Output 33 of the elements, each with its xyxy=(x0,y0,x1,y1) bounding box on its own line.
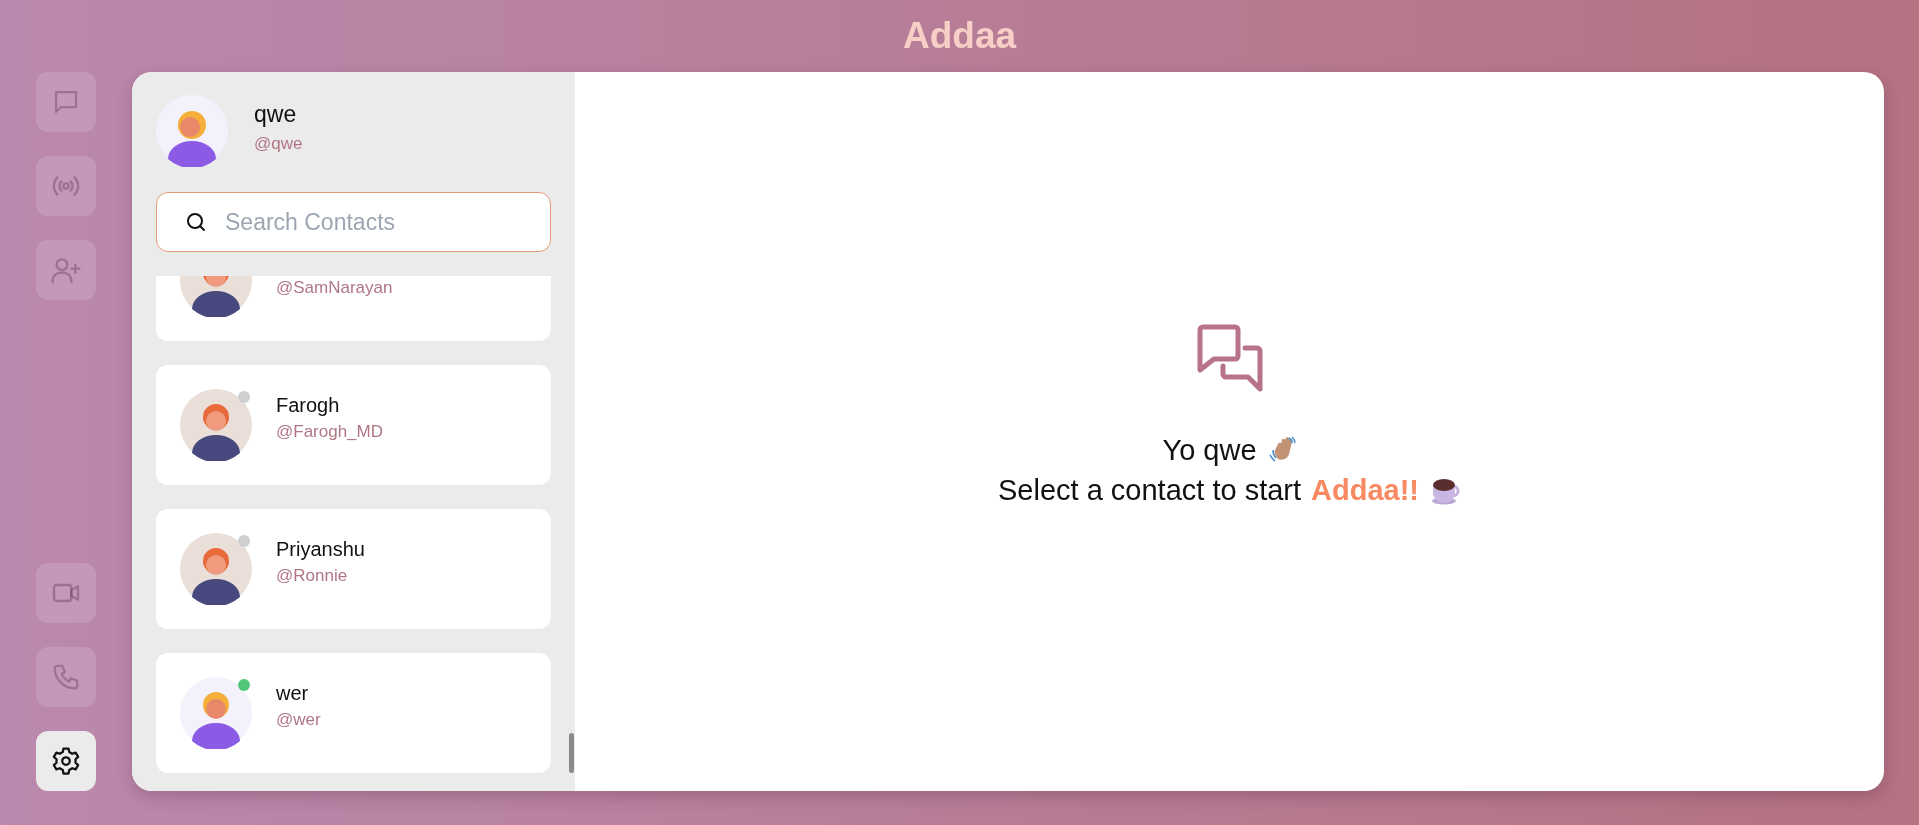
contact-card[interactable]: Farogh @Farogh_MD xyxy=(156,365,551,485)
contact-avatar xyxy=(180,677,252,749)
contact-avatar xyxy=(180,533,252,605)
phone-button[interactable] xyxy=(36,647,96,707)
add-user-button[interactable] xyxy=(36,240,96,300)
settings-button[interactable] xyxy=(36,731,96,791)
contact-name: Priyanshu xyxy=(276,538,365,561)
profile-handle: @qwe xyxy=(254,133,303,154)
waving-hand-icon xyxy=(1266,434,1297,465)
search-field[interactable]: Search Contacts xyxy=(156,192,551,252)
contact-handle: @SamNarayan xyxy=(276,278,393,298)
prompt-text: Select a contact to start xyxy=(998,472,1302,508)
contact-handle: @Farogh_MD xyxy=(276,422,383,442)
video-button[interactable] xyxy=(36,563,96,623)
brand-text: Addaa!! xyxy=(1311,472,1419,508)
broadcast-button[interactable] xyxy=(36,156,96,216)
contact-name: wer xyxy=(276,682,310,705)
chat-button[interactable] xyxy=(36,72,96,132)
contact-avatar xyxy=(180,389,252,461)
contact-card[interactable]: wer @wer xyxy=(156,653,551,773)
contact-name: Farogh xyxy=(276,394,341,417)
contact-handle: @Ronnie xyxy=(276,566,349,586)
settings-icon xyxy=(51,746,81,776)
app-title: Addaa xyxy=(902,14,1017,58)
profile-avatar xyxy=(156,95,228,167)
scrollbar-thumb[interactable] xyxy=(569,733,574,773)
greeting-text: Yo qwe xyxy=(1162,432,1257,468)
contact-card[interactable]: @SamNarayan xyxy=(156,276,551,341)
chat-bubbles-icon xyxy=(1196,323,1263,392)
contact-card[interactable]: Priyanshu @Ronnie xyxy=(156,509,551,629)
profile-name: qwe xyxy=(254,100,298,128)
phone-icon xyxy=(51,662,81,692)
contact-handle: @wer xyxy=(276,710,321,730)
